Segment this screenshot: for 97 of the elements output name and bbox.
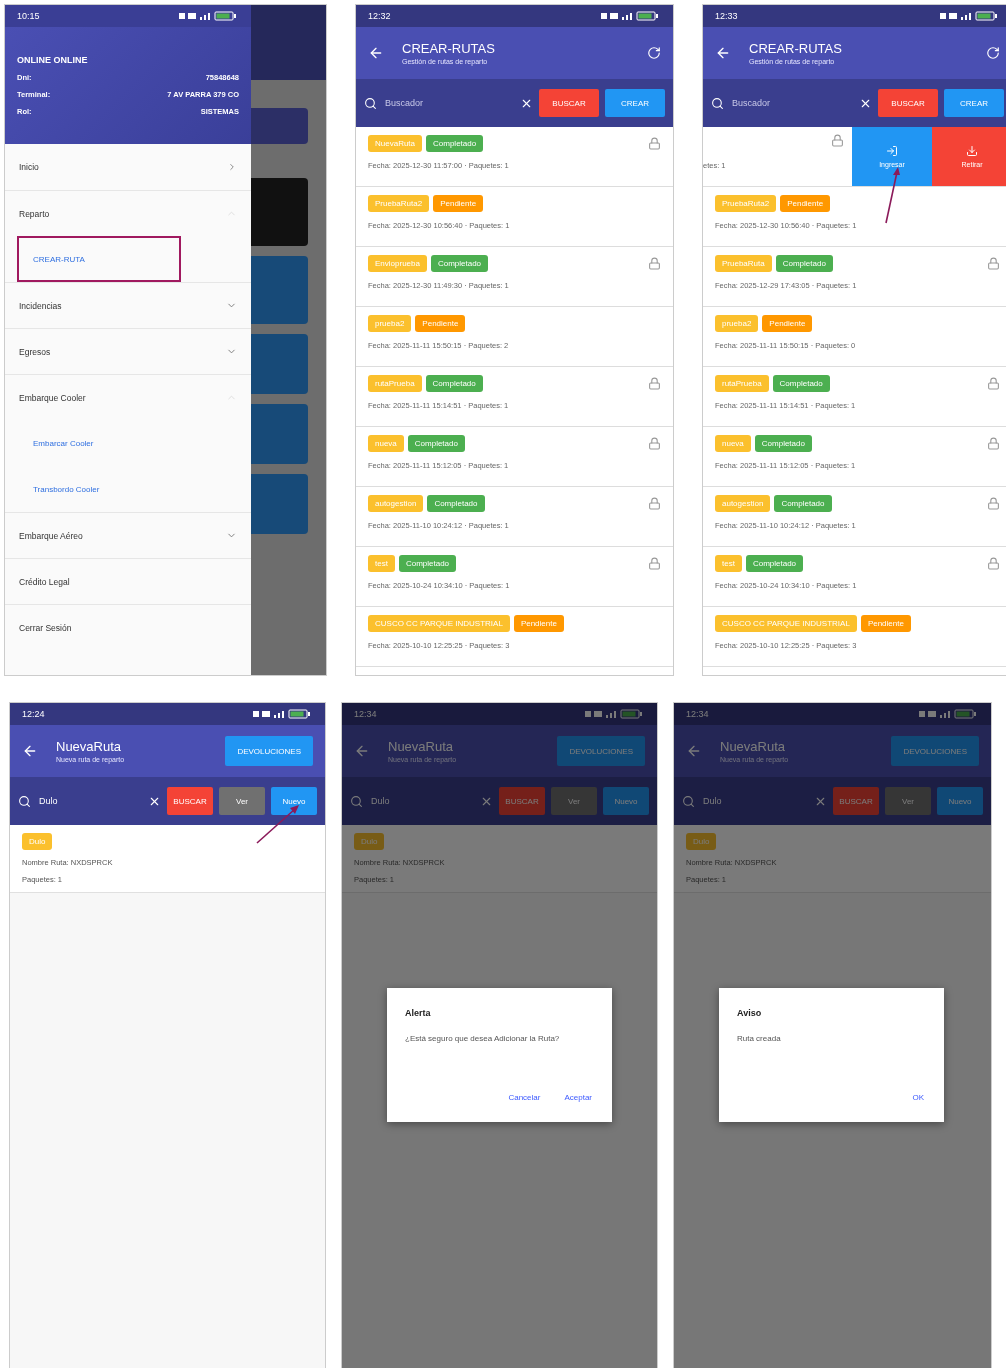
search-icon bbox=[711, 96, 724, 110]
route-name-tag: prueba2 bbox=[368, 315, 412, 332]
status-tag: Completado bbox=[774, 495, 832, 512]
route-name-tag: Envioprueba bbox=[368, 255, 427, 272]
dialog-title: Alerta bbox=[405, 1008, 432, 1018]
route-name-tag: PruebaRuta2 bbox=[715, 195, 777, 212]
menu-item[interactable]: Crédito Legal bbox=[5, 558, 251, 604]
back-arrow-icon[interactable] bbox=[368, 45, 384, 61]
search-field[interactable]: Buscador bbox=[730, 97, 853, 109]
status-icons bbox=[253, 709, 313, 719]
route-name-tag: Dulo bbox=[354, 833, 385, 850]
route-name-tag: autogestion bbox=[368, 495, 424, 512]
status-tag: Completado bbox=[425, 375, 483, 392]
background-card bbox=[251, 404, 308, 464]
refresh-icon[interactable] bbox=[986, 46, 1000, 60]
route-name-tag: nueva bbox=[368, 435, 404, 452]
status-time: 12:34 bbox=[354, 709, 377, 719]
search-icon bbox=[18, 794, 31, 808]
status-icons bbox=[601, 11, 661, 21]
route-name-tag: PruebaRuta bbox=[715, 255, 772, 272]
status-tag: Completado bbox=[772, 375, 830, 392]
background-card bbox=[251, 256, 308, 324]
search-icon bbox=[682, 794, 695, 808]
refresh-icon[interactable] bbox=[647, 46, 661, 60]
status-tag: Completado bbox=[754, 435, 812, 452]
download-icon bbox=[966, 145, 978, 157]
dialog-button[interactable]: Aceptar bbox=[562, 1091, 594, 1104]
submenu-item[interactable]: Transbordo Cooler bbox=[17, 466, 181, 512]
dialog-button[interactable]: OK bbox=[910, 1091, 926, 1104]
route-name-tag: PruebaRuta2 bbox=[368, 195, 430, 212]
background-card bbox=[251, 334, 308, 394]
background-card bbox=[251, 108, 308, 144]
enter-icon bbox=[886, 145, 898, 157]
route-name-tag: rutaPrueba bbox=[368, 375, 422, 392]
dialog-message: ¿Está seguro que desea Adicionar la Ruta? bbox=[405, 1034, 561, 1043]
menu-item[interactable]: Inicio bbox=[5, 144, 251, 190]
route-name-tag: prueba2 bbox=[715, 315, 759, 332]
status-tag: Completado bbox=[745, 555, 804, 572]
dialog-message: Ruta creada bbox=[737, 1034, 782, 1043]
profile-name: ONLINE ONLINE bbox=[17, 55, 89, 65]
status-tag: Completado bbox=[430, 255, 489, 272]
status-icons bbox=[179, 11, 239, 21]
menu-item[interactable]: Embarque Aéreo bbox=[5, 512, 251, 558]
route-name-tag: test bbox=[368, 555, 395, 572]
status-time: 12:32 bbox=[368, 11, 391, 21]
status-tag: Completado bbox=[398, 555, 457, 572]
status-icons bbox=[919, 709, 979, 719]
route-name-tag: nueva bbox=[715, 435, 751, 452]
status-time: 12:33 bbox=[715, 11, 738, 21]
screen-title: CREAR-RUTAS bbox=[402, 41, 496, 56]
route-name-tag: CUSCO CC PARQUE INDUSTRIAL bbox=[368, 615, 510, 632]
screen-title: NuevaRuta bbox=[388, 739, 455, 754]
route-name-tag: CUSCO CC PARQUE INDUSTRIAL bbox=[715, 615, 857, 632]
route-name-tag: test bbox=[715, 555, 742, 572]
menu-item[interactable]: Cerrar Sesión bbox=[5, 604, 251, 650]
status-tag: Completado bbox=[407, 435, 465, 452]
route-name-tag: Dulo bbox=[22, 833, 53, 850]
background-card bbox=[251, 178, 308, 246]
route-name-tag: NuevaRuta bbox=[368, 135, 423, 152]
back-arrow-icon[interactable] bbox=[354, 743, 370, 759]
toolbar-button[interactable]: BUSCAR bbox=[167, 787, 213, 815]
status-tag: Completado bbox=[426, 135, 484, 152]
status-tag: Pendiente bbox=[433, 195, 484, 212]
search-field[interactable]: Dulo bbox=[369, 795, 474, 807]
status-time: 12:24 bbox=[22, 709, 45, 719]
status-tag: Pendiente bbox=[415, 315, 466, 332]
chevron-right-icon bbox=[227, 162, 237, 172]
submenu-item[interactable]: Embarcar Cooler bbox=[17, 420, 181, 466]
status-tag: Pendiente bbox=[762, 315, 813, 332]
status-tag: Pendiente bbox=[513, 615, 564, 632]
search-icon bbox=[350, 794, 363, 808]
status-tag: Pendiente bbox=[860, 615, 911, 632]
screen-title: NuevaRuta bbox=[720, 739, 787, 754]
screen-title: CREAR-RUTAS bbox=[749, 41, 843, 56]
toolbar-button[interactable]: BUSCAR bbox=[539, 89, 599, 117]
route-name-tag: Dulo bbox=[686, 833, 717, 850]
toolbar-button[interactable]: BUSCAR bbox=[878, 89, 938, 117]
background-card bbox=[251, 474, 308, 534]
search-field[interactable]: Dulo bbox=[37, 795, 142, 807]
search-field[interactable]: Buscador bbox=[383, 97, 514, 109]
status-tag: Pendiente bbox=[780, 195, 831, 212]
status-time: 12:34 bbox=[686, 709, 709, 719]
back-arrow-icon[interactable] bbox=[22, 743, 38, 759]
dialog-button[interactable]: Cancelar bbox=[506, 1091, 543, 1104]
submenu-item[interactable]: CREAR-RUTA bbox=[17, 236, 181, 282]
route-name-tag: rutaPrueba bbox=[715, 375, 769, 392]
status-tag: Completado bbox=[775, 255, 833, 272]
status-icons bbox=[585, 709, 645, 719]
status-tag: Completado bbox=[427, 495, 485, 512]
status-icons bbox=[940, 11, 1000, 21]
screen-title: NuevaRuta bbox=[56, 739, 123, 754]
status-time: 10:15 bbox=[17, 11, 40, 21]
route-name-tag: autogestion bbox=[715, 495, 771, 512]
toolbar-button[interactable]: Ver bbox=[219, 787, 265, 815]
search-icon bbox=[364, 96, 377, 110]
search-field[interactable]: Dulo bbox=[701, 795, 808, 807]
dialog-title: Aviso bbox=[737, 1008, 763, 1018]
